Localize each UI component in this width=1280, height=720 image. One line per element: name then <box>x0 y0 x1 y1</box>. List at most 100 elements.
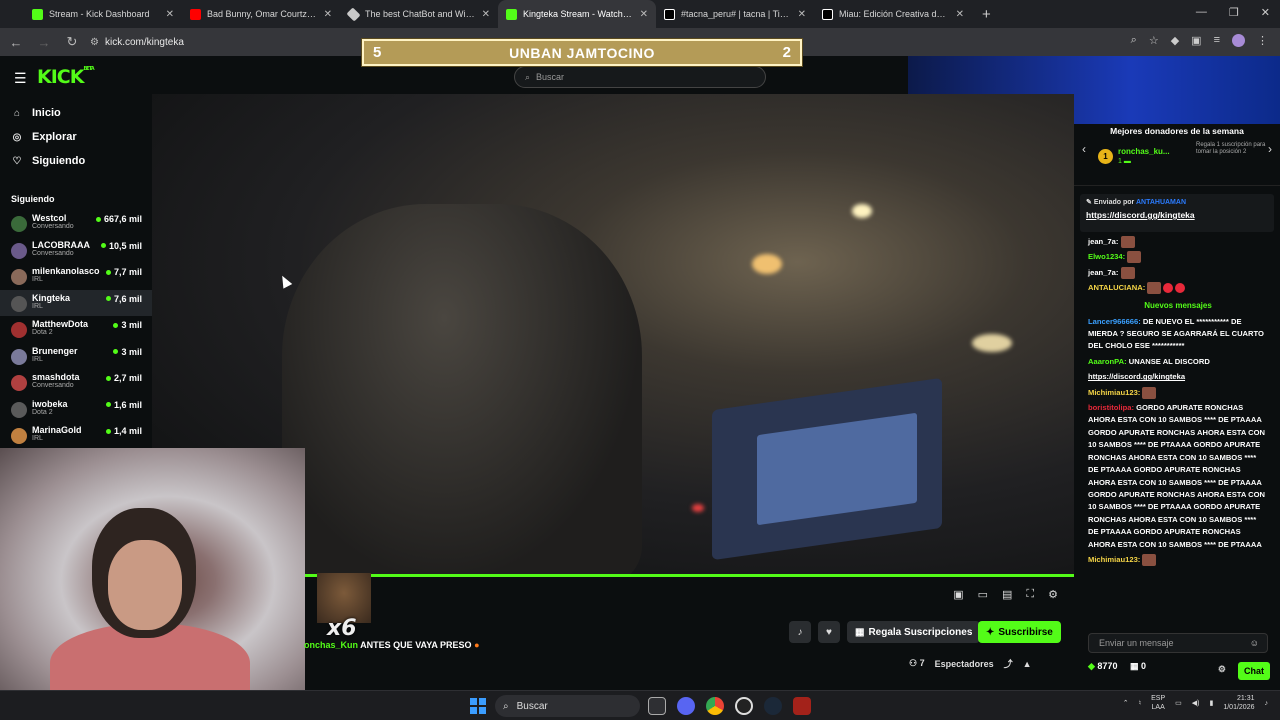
avatar <box>11 242 27 259</box>
browser-tab[interactable]: #tacna_peru# | tacna | TikTok ✕ <box>656 0 814 28</box>
follow-button[interactable]: ♥ <box>818 621 840 643</box>
chat-username[interactable]: AaaronPA: <box>1088 357 1127 366</box>
dota-icon[interactable] <box>793 697 811 715</box>
chevron-up-icon[interactable]: ⌃ <box>1123 699 1129 707</box>
profile-avatar[interactable] <box>1232 34 1245 47</box>
sidebar-following-item[interactable]: Brunenger IRL 3 mil <box>0 343 152 370</box>
browser-tab[interactable]: Bad Bunny, Omar Courtz, Dei V ✕ <box>182 0 340 28</box>
pinned-link[interactable]: https://discord.gg/kingteka <box>1086 210 1268 220</box>
address-bar[interactable]: ⚙ kick.com/kingteka <box>90 37 184 48</box>
menu-dots-icon[interactable]: ⋮ <box>1257 34 1268 47</box>
search-input[interactable]: ⌕ Buscar <box>514 66 766 88</box>
close-icon[interactable]: ✕ <box>798 9 806 20</box>
windows-start-icon[interactable] <box>470 698 486 714</box>
minimize-icon[interactable]: — <box>1196 6 1207 19</box>
close-icon[interactable]: ✕ <box>166 9 174 20</box>
sidebar-item-siguiendo[interactable]: ♡ Siguiendo <box>0 149 152 173</box>
sidebar-following-item[interactable]: smashdota Conversando 2,7 mil <box>0 369 152 396</box>
picture-in-picture-icon[interactable]: ▣ <box>953 588 963 601</box>
battery-icon[interactable]: ▮ <box>1209 699 1213 707</box>
extension-icon[interactable]: ◆ <box>1171 34 1179 47</box>
browser-tab[interactable]: The best ChatBot and Widgets ✕ <box>340 0 498 28</box>
chat-input[interactable]: Enviar un mensaje ☺ <box>1088 633 1268 653</box>
donor-hint: Regala 1 suscripción para tomar la posic… <box>1196 142 1266 155</box>
sidebar-following-item[interactable]: Kingteka IRL 7,6 mil <box>0 289 152 316</box>
close-icon[interactable]: ✕ <box>956 9 964 20</box>
fullscreen-icon[interactable]: ⛶ <box>1026 588 1034 601</box>
settings-gear-icon[interactable]: ⚙ <box>1048 588 1058 601</box>
channel-category: Conversando <box>32 249 74 257</box>
chat-username[interactable]: ANTALUCIANA: <box>1088 283 1145 292</box>
close-icon[interactable]: ✕ <box>482 9 490 20</box>
emote-icon <box>1120 236 1135 248</box>
reload-icon[interactable]: ↻ <box>60 34 84 50</box>
share-icon[interactable]: ⤴ <box>1004 657 1013 670</box>
steam-icon[interactable] <box>764 697 782 715</box>
sidebar-following-item[interactable]: milenkanolasco IRL 7,7 mil <box>0 263 152 290</box>
microphone-icon[interactable]: ♮ <box>1139 699 1142 707</box>
points-value: 8770 <box>1097 661 1118 671</box>
sidebar-following-item[interactable]: iwobeka Dota 2 1,6 mil <box>0 396 152 423</box>
notifications-button[interactable]: ♪ <box>789 621 811 643</box>
sidebar-following-item[interactable]: MarinaGold IRL 1,4 mil <box>0 422 152 449</box>
chat-username[interactable]: boristitolipa: <box>1088 403 1134 412</box>
player-controls: ▣ ▭ ▤ ⛶ ⚙ <box>305 577 1074 611</box>
subscribe-button[interactable]: ✦ Suscribirse <box>978 621 1061 643</box>
donor-name[interactable]: ronchas_ku... <box>1118 147 1170 156</box>
chat-username[interactable]: Michimiau123: <box>1088 388 1140 397</box>
points-display[interactable]: ◆ 8770 <box>1088 661 1117 671</box>
sidebar-item-inicio[interactable]: ⌂ Inicio <box>0 101 152 125</box>
donor-amount-value: 1 <box>1118 158 1122 165</box>
taskbar-search[interactable]: ⌕ Buscar <box>495 695 640 717</box>
chat-send-button[interactable]: Chat <box>1238 662 1270 680</box>
gift-subs-button[interactable]: ▦ Regala Suscripciones <box>847 621 981 643</box>
browser-tab[interactable]: Miau: Edición Creativa de Josen ✕ <box>814 0 972 28</box>
cast-icon[interactable]: ▤ <box>1002 588 1012 601</box>
chat-text[interactable]: https://discord.gg/kingteka <box>1088 372 1185 381</box>
theater-mode-icon[interactable]: ▭ <box>978 588 988 601</box>
new-tab-button[interactable]: + <box>982 6 991 23</box>
language-indicator[interactable]: ESP LAA <box>1151 694 1165 712</box>
site-info-icon[interactable]: ⚙ <box>90 37 99 48</box>
notification-bell-icon[interactable]: ♪ <box>1265 700 1269 707</box>
chrome-icon[interactable] <box>706 697 724 715</box>
search-icon: ⌕ <box>503 700 509 712</box>
sidebar-following-item[interactable]: Westcol Conversando 667,6 mil <box>0 210 152 237</box>
network-icon[interactable]: ▭ <box>1175 699 1182 707</box>
close-window-icon[interactable]: ✕ <box>1261 6 1270 19</box>
channel-bar: ♪ ♥ ▦ Regala Suscripciones ✦ Suscribirse… <box>305 611 1074 690</box>
sidebar-following-item[interactable]: MatthewDota Dota 23 mil <box>0 316 152 343</box>
chevron-left-icon[interactable]: ‹ <box>1082 142 1086 156</box>
pinned-user[interactable]: ANTAHUAMAN <box>1136 199 1186 206</box>
close-icon[interactable]: ✕ <box>324 9 332 20</box>
browser-tab[interactable]: Stream - Kick Dashboard ✕ <box>24 0 182 28</box>
new-messages-divider[interactable]: Nuevos mensajes <box>1088 301 1268 310</box>
back-icon[interactable]: ← <box>4 35 28 50</box>
file-explorer-icon[interactable] <box>648 697 666 715</box>
chat-username[interactable]: Michimiau123: <box>1088 555 1140 564</box>
chat-username[interactable]: Lancer966666: <box>1088 317 1141 326</box>
discord-icon[interactable] <box>677 697 695 715</box>
chat-username[interactable]: Elwo1234: <box>1088 252 1125 261</box>
bookmark-star-icon[interactable]: ☆ <box>1149 34 1159 47</box>
chat-username[interactable]: jean_7a: <box>1088 268 1118 277</box>
media-icon[interactable]: ≡ <box>1214 34 1220 47</box>
zoom-icon[interactable]: ⌕ <box>1131 34 1137 47</box>
emoji-icon[interactable]: ☺ <box>1250 638 1259 648</box>
sidebar-following-item[interactable]: LACOBRAAA Conversando 10,5 mil <box>0 237 152 264</box>
maximize-icon[interactable]: ❐ <box>1229 6 1239 19</box>
report-icon[interactable]: ▲ <box>1023 659 1032 669</box>
chat-username[interactable]: jean_7a: <box>1088 237 1118 246</box>
forward-icon[interactable]: → <box>32 35 56 50</box>
puzzle-icon[interactable]: ▣ <box>1191 34 1201 47</box>
kick-logo[interactable]: KICKBETA <box>37 66 95 88</box>
obs-icon[interactable] <box>735 697 753 715</box>
menu-icon[interactable]: ☰ <box>14 70 27 87</box>
clock[interactable]: 21:31 1/01/2026 <box>1223 694 1254 712</box>
chat-text: GORDO APURATE RONCHAS AHORA ESTA CON 10 … <box>1088 403 1266 549</box>
sidebar-item-explorar[interactable]: ◎ Explorar <box>0 125 152 149</box>
chat-settings-icon[interactable]: ⚙ <box>1218 664 1226 675</box>
browser-tab-active[interactable]: Kingteka Stream - Watch Live o ✕ <box>498 0 656 28</box>
close-icon[interactable]: ✕ <box>640 9 648 20</box>
volume-icon[interactable]: ◀) <box>1192 699 1200 707</box>
